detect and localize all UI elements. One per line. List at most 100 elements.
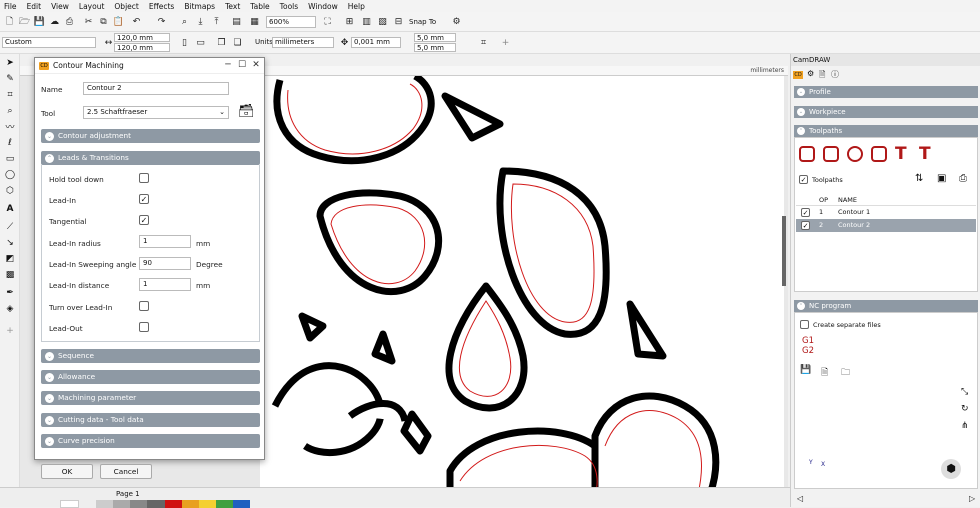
row-checkbox[interactable]: ✓ (801, 208, 810, 217)
close-icon[interactable]: ✕ (249, 60, 263, 71)
menu-view[interactable]: View (51, 2, 69, 11)
lead-in-radius-input[interactable]: 1 (139, 235, 191, 248)
snap-icon[interactable]: ⊟ (392, 15, 405, 28)
search-icon[interactable]: ⌕ (178, 15, 191, 28)
minimize-icon[interactable]: ─ (221, 60, 235, 71)
cancel-button[interactable]: Cancel (100, 464, 152, 479)
nudge-field[interactable]: 0,001 mm (351, 37, 401, 48)
lead-out-checkbox[interactable] (139, 322, 149, 332)
tool-library-icon[interactable]: 🗃 (238, 104, 255, 120)
fill-tool-icon[interactable]: ◈ (3, 302, 17, 315)
transparency-icon[interactable]: ▩ (3, 268, 17, 281)
shape-tool-icon[interactable]: ✎ (3, 72, 17, 85)
section-cutting-data[interactable]: ⌄ Cutting data - Tool data (41, 413, 260, 427)
eyedropper-icon[interactable]: ✒ (3, 286, 17, 299)
save-icon[interactable]: 💾 (33, 15, 46, 28)
rectangle-tool-icon[interactable]: ▭ (3, 152, 17, 165)
treat-as-filled-icon[interactable]: ⌗ (477, 36, 490, 49)
export-nc-icon[interactable]: ⎙ (959, 173, 967, 184)
tangential-checkbox[interactable]: ✓ (139, 215, 149, 225)
ellipse-tool-icon[interactable]: ◯ (3, 168, 17, 181)
all-pages-icon[interactable]: ❐ (215, 36, 228, 49)
name-input[interactable]: Contour 2 (83, 82, 229, 95)
freehand-tool-icon[interactable]: 〰 (3, 120, 17, 133)
section-toolpaths[interactable]: ⌃ Toolpaths (794, 125, 978, 137)
menu-file[interactable]: File (4, 2, 17, 11)
page-tab[interactable]: Page 1 (116, 490, 140, 498)
menu-table[interactable]: Table (250, 2, 269, 11)
menu-edit[interactable]: Edit (27, 2, 42, 11)
duplicate-x-field[interactable]: 5,0 mm (414, 33, 456, 42)
table-row[interactable]: ✓ 1 Contour 1 (796, 206, 976, 219)
width-field[interactable]: 120,0 mm (114, 33, 170, 42)
save-icon[interactable]: 💾 (800, 365, 811, 375)
drill-toolpath-icon[interactable] (847, 146, 863, 162)
separate-files-checkbox[interactable] (800, 320, 809, 329)
current-page-icon[interactable]: ❏ (231, 36, 244, 49)
row-checkbox[interactable]: ✓ (801, 221, 810, 230)
rulers-icon[interactable]: ▥ (360, 15, 373, 28)
section-nc-program[interactable]: ⌃ NC program (794, 300, 978, 312)
section-leads-transitions[interactable]: ⌃ Leads & Transitions (41, 151, 260, 165)
polygon-tool-icon[interactable]: ⬡ (3, 184, 17, 197)
artistic-media-icon[interactable]: ℓ (3, 136, 17, 149)
scroll-right-icon[interactable]: ▷ (969, 494, 975, 503)
cloud-icon[interactable]: ☁ (48, 15, 61, 28)
hold-tool-down-checkbox[interactable] (139, 173, 149, 183)
new-icon[interactable]: 🗋 (3, 15, 16, 28)
drop-shadow-icon[interactable]: ◩ (3, 252, 17, 265)
copy-icon[interactable]: ⧉ (97, 15, 110, 28)
preset-select[interactable]: Custom (2, 37, 96, 48)
section-machining-parameter[interactable]: ⌄ Machining parameter (41, 391, 260, 405)
menu-text[interactable]: Text (225, 2, 240, 11)
print-icon[interactable]: ⎙ (63, 15, 76, 28)
sweep-angle-input[interactable]: 90 (139, 257, 191, 270)
folder-icon[interactable]: 🗀 (841, 365, 850, 381)
import-icon[interactable]: ⤓ (194, 15, 207, 28)
file-icon[interactable]: 🗎 (821, 365, 828, 381)
full-screen-icon[interactable]: ⊞ (343, 15, 356, 28)
view-cube-icon[interactable]: ⬢ (941, 459, 961, 479)
add-tool-icon[interactable]: + (3, 324, 17, 337)
maximize-icon[interactable]: ☐ (235, 60, 249, 71)
camdraw-logo-icon[interactable]: CD (793, 71, 803, 79)
info-icon[interactable]: ⓘ (831, 69, 839, 80)
undo-icon[interactable]: ↶ (130, 15, 143, 28)
section-curve-precision[interactable]: ⌄ Curve precision (41, 434, 260, 448)
text-fill-toolpath-icon[interactable]: T (919, 144, 931, 164)
section-sequence[interactable]: ⌄ Sequence (41, 349, 260, 363)
text-tool-icon[interactable]: A (3, 202, 17, 215)
zoom-field[interactable]: 600% (266, 16, 316, 28)
section-allowance[interactable]: ⌄ Allowance (41, 370, 260, 384)
redo-icon[interactable]: ↷ (155, 15, 168, 28)
portrait-icon[interactable]: ▯ (178, 36, 191, 49)
menu-layout[interactable]: Layout (79, 2, 105, 11)
height-field[interactable]: 120,0 mm (114, 43, 170, 52)
menu-tools[interactable]: Tools (280, 2, 298, 11)
menu-window[interactable]: Window (308, 2, 338, 11)
gear-icon[interactable]: ⚙ (807, 69, 814, 78)
section-profile[interactable]: ⌄ Profile (794, 86, 978, 98)
plus-icon[interactable]: + (499, 36, 512, 49)
scroll-left-icon[interactable]: ◁ (797, 494, 803, 503)
pick-tool-icon[interactable]: ➤ (3, 56, 17, 69)
landscape-icon[interactable]: ▭ (194, 36, 207, 49)
launch-icon[interactable]: ▦ (248, 15, 261, 28)
zoom-tool-icon[interactable]: ⌕ (3, 104, 17, 117)
dimension-tool-icon[interactable]: ⟋ (3, 220, 17, 233)
crop-tool-icon[interactable]: ⌗ (3, 88, 17, 101)
section-workpiece[interactable]: ⌄ Workpiece (794, 106, 978, 118)
contour-toolpath-icon[interactable] (799, 146, 815, 162)
grid-icon[interactable]: ▧ (376, 15, 389, 28)
document-icon[interactable]: 🗎 (819, 69, 825, 83)
table-row-selected[interactable]: ✓ 2 Contour 2 (796, 219, 976, 232)
menu-object[interactable]: Object (114, 2, 138, 11)
units-select[interactable]: millimeters (272, 37, 334, 48)
toolpaths-checkbox[interactable]: ✓ (799, 175, 808, 184)
menu-help[interactable]: Help (348, 2, 365, 11)
tool-select[interactable]: 2.5 Schaftfraeser ⌄ (83, 106, 229, 119)
menu-bitmaps[interactable]: Bitmaps (184, 2, 215, 11)
cut-icon[interactable]: ✂ (82, 15, 95, 28)
layers-icon[interactable]: ▣ (937, 173, 946, 184)
pdf-icon[interactable]: ▤ (230, 15, 243, 28)
